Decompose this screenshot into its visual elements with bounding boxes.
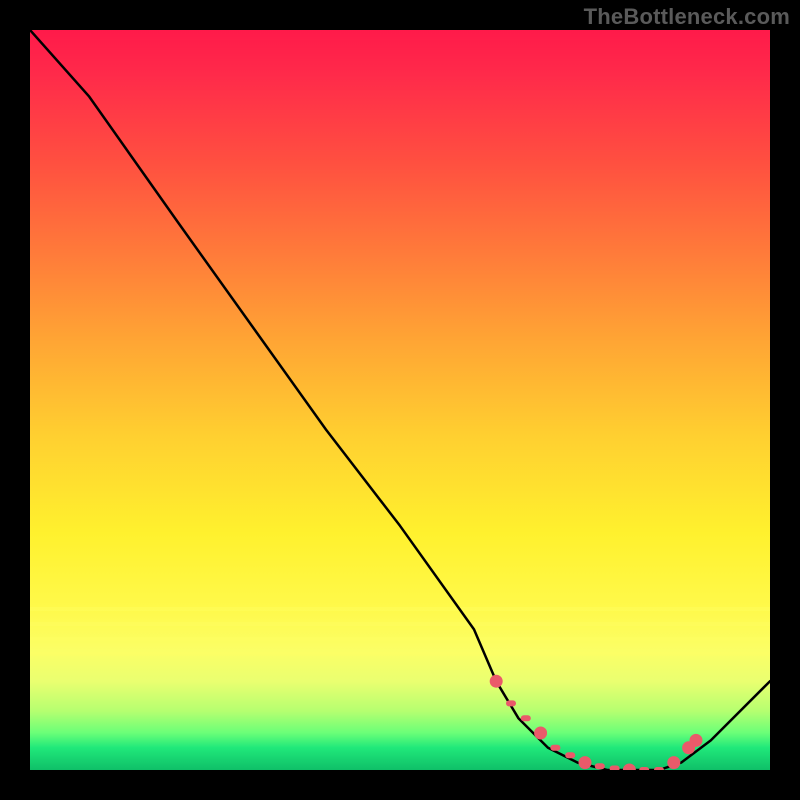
bead-icon: [579, 757, 591, 769]
bead-icon: [639, 767, 649, 770]
bead-icon: [490, 675, 502, 687]
bead-icon: [595, 763, 605, 769]
bead-icon: [506, 700, 516, 706]
bead-icon: [654, 767, 664, 770]
curve-svg: [30, 30, 770, 770]
bead-icon: [565, 752, 575, 758]
bead-icon: [535, 727, 547, 739]
chart-frame: TheBottleneck.com: [0, 0, 800, 800]
watermark-text: TheBottleneck.com: [584, 4, 790, 30]
plot-area: [30, 30, 770, 770]
bottleneck-curve: [30, 30, 770, 770]
bead-icon: [623, 764, 635, 770]
bead-icon: [610, 766, 620, 771]
bead-icon: [690, 734, 702, 746]
bead-icon: [550, 745, 560, 751]
bead-icon: [521, 715, 531, 721]
bead-icon: [668, 757, 680, 769]
